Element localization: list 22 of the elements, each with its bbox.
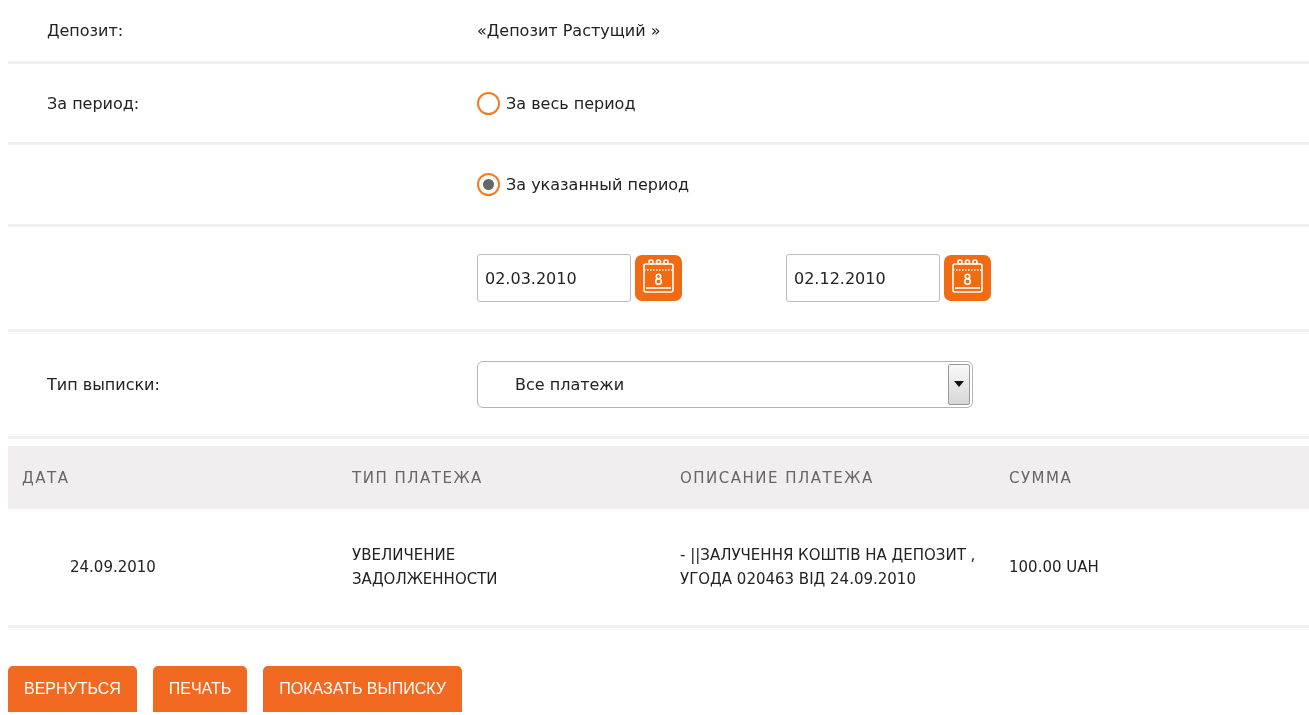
statement-type-dropdown[interactable]: Все платежи [477, 360, 973, 408]
column-header: ДАТА [8, 446, 352, 509]
field-label: Депозит: [46, 21, 125, 40]
date-field[interactable]: 02.12.2010 [786, 254, 940, 302]
table-cell-text: 100.00 UAH [1009, 557, 1099, 578]
radio-button[interactable] [477, 91, 500, 115]
field-label: Тип выписки: [46, 374, 161, 394]
table-cell-text: - ||ЗАЛУЧЕННЯ КОШТІВ НА ДЕПОЗИТ , УГОДА 020463 ВІД 24.09.2010 [680, 545, 977, 590]
table-cell-text: 24.09.2010 [70, 557, 156, 578]
calendar-icon[interactable] [944, 255, 991, 301]
column-header: СУММА [1009, 446, 1309, 509]
column-header: ОПИСАНИЕ ПЛАТЕЖА [680, 446, 1009, 509]
date-field[interactable]: 02.03.2010 [477, 254, 631, 302]
table-cell-text: УВЕЛИЧЕНИЕ ЗАДОЛЖЕННОСТИ [352, 545, 499, 590]
calendar-icon[interactable] [635, 255, 682, 301]
radio-button[interactable] [477, 173, 500, 196]
caret-icon [954, 381, 964, 387]
field-label: За период: [46, 93, 141, 113]
radio-label: За указанный период [506, 175, 690, 194]
radio-label: За весь период [506, 93, 636, 113]
deposit-name: «Депозит Растущий » [477, 21, 662, 40]
column-header: ТИП ПЛАТЕЖА [352, 446, 680, 509]
